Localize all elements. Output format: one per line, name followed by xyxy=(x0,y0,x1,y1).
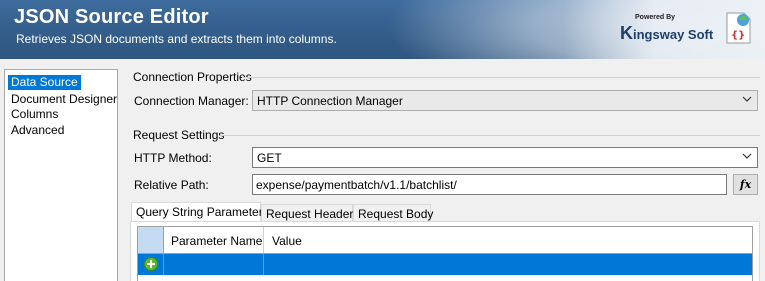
nav-item-advanced[interactable]: Advanced xyxy=(8,123,67,138)
chevron-down-icon xyxy=(742,153,752,159)
editor-header: JSON Source Editor Retrieves JSON docume… xyxy=(0,0,765,59)
parameters-grid[interactable]: Parameter Name Value xyxy=(137,226,753,281)
json-braces-icon: {} xyxy=(722,10,754,46)
navigation-list: Data Source Document Designer Columns Ad… xyxy=(4,69,118,281)
svg-text:{}: {} xyxy=(731,30,745,41)
relative-path-label: Relative Path: xyxy=(134,178,209,192)
http-method-select[interactable]: GET xyxy=(252,147,758,168)
row-header[interactable] xyxy=(138,254,164,275)
nav-item-document-designer[interactable]: Document Designer xyxy=(8,92,120,107)
expression-builder-button[interactable]: fx xyxy=(733,174,758,195)
add-row-icon[interactable] xyxy=(144,257,158,271)
nav-item-data-source[interactable]: Data Source xyxy=(8,75,81,90)
request-settings-label: Request Settings xyxy=(133,128,225,142)
grid-header: Parameter Name Value xyxy=(138,227,752,254)
chevron-down-icon xyxy=(742,96,752,102)
http-method-label: HTTP Method: xyxy=(134,151,212,165)
new-row[interactable] xyxy=(138,254,752,275)
new-row-parameter-name-cell[interactable] xyxy=(164,254,264,275)
editor-subtitle: Retrieves JSON documents and extracts th… xyxy=(16,32,337,46)
column-header-parameter-name[interactable]: Parameter Name xyxy=(164,227,264,253)
connection-manager-select[interactable]: HTTP Connection Manager xyxy=(252,90,758,111)
relative-path-input[interactable]: expense/paymentbatch/v1.1/batchlist/ xyxy=(252,174,727,195)
nav-item-columns[interactable]: Columns xyxy=(8,107,61,122)
connection-manager-label: Connection Manager: xyxy=(134,94,249,108)
connection-properties-label: Connection Properties xyxy=(133,70,252,84)
group-divider xyxy=(220,135,760,136)
logo-powered-by: Powered By xyxy=(635,14,676,21)
relative-path-value: expense/paymentbatch/v1.1/batchlist/ xyxy=(256,178,457,192)
editor-title: JSON Source Editor xyxy=(14,6,209,28)
connection-manager-value: HTTP Connection Manager xyxy=(257,94,403,108)
logo-brand: Kingsway Soft xyxy=(620,23,714,43)
grid-corner xyxy=(138,227,164,253)
http-method-value: GET xyxy=(257,151,282,165)
group-divider xyxy=(242,77,760,78)
kingswaysoft-logo: Powered By Kingsway Soft xyxy=(620,14,714,44)
